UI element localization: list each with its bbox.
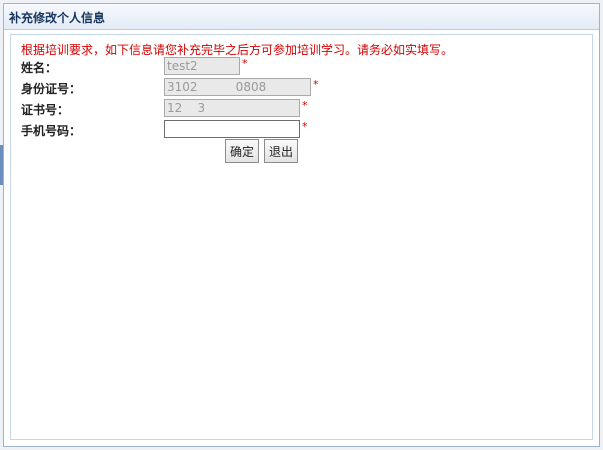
name-field[interactable] — [164, 57, 240, 75]
id-number-label: 身份证号： — [21, 82, 82, 96]
form-panel: 根据培训要求，如下信息请您补充完毕之后方可参加培训学习。请务必如实填写。 姓名：… — [10, 34, 593, 440]
name-label: 姓名： — [21, 61, 58, 75]
mobile-number-required-mark: * — [302, 120, 308, 133]
certificate-number-label: 证书号： — [21, 103, 70, 117]
id-number-field[interactable] — [164, 78, 311, 96]
dialog-title: 补充修改个人信息 — [9, 11, 106, 25]
exit-button[interactable]: 退出 — [264, 139, 299, 163]
dialog-titlebar: 补充修改个人信息 — [4, 4, 599, 30]
mobile-number-label: 手机号码： — [21, 124, 82, 138]
dialog-window: 补充修改个人信息 根据培训要求，如下信息请您补充完毕之后方可参加培训学习。请务必… — [3, 3, 600, 447]
confirm-button[interactable]: 确定 — [225, 139, 260, 163]
certificate-number-field[interactable] — [164, 99, 300, 117]
mobile-number-input[interactable] — [164, 120, 300, 138]
name-required-mark: * — [242, 57, 248, 70]
form-notice: 根据培训要求，如下信息请您补充完毕之后方可参加培训学习。请务必如实填写。 — [21, 43, 454, 57]
certificate-number-required-mark: * — [302, 99, 308, 112]
id-number-required-mark: * — [313, 78, 319, 91]
